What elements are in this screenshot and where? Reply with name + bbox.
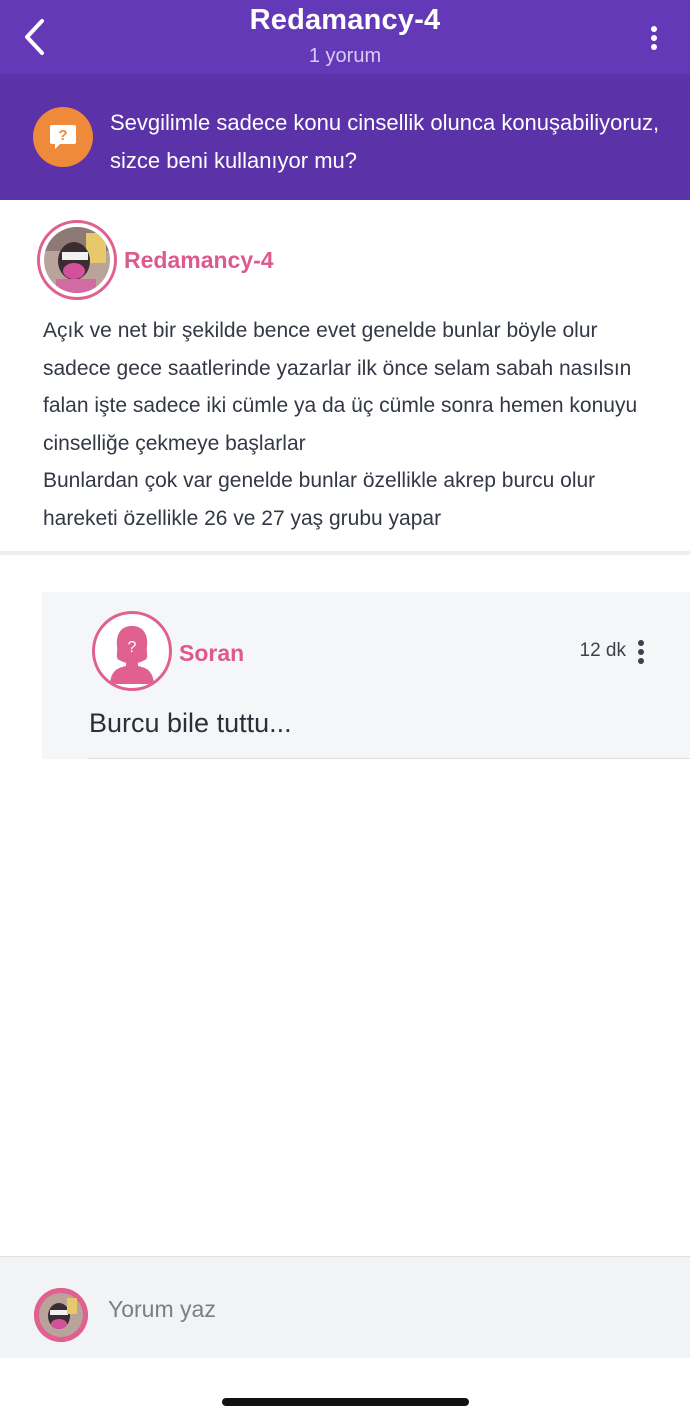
- more-vertical-icon: [638, 640, 644, 664]
- question-bubble-icon: ?: [33, 107, 93, 167]
- comment-input[interactable]: [108, 1286, 648, 1332]
- comment-options-button[interactable]: [628, 634, 654, 670]
- answer-text: Açık ve net bir şekilde bence evet genel…: [43, 312, 653, 537]
- answer-author-avatar[interactable]: [37, 220, 117, 300]
- top-app-bar: Redamancy-4 1 yorum: [0, 0, 690, 74]
- comment-author-name[interactable]: Soran: [179, 640, 244, 667]
- user-avatar-icon: [34, 1288, 88, 1342]
- page-title: Redamancy-4: [249, 4, 441, 36]
- avatar: [44, 227, 110, 293]
- anonymous-female-icon[interactable]: ?: [92, 611, 172, 691]
- bottom-safe-area: [0, 1358, 690, 1420]
- comment-count: 1 yorum: [308, 45, 382, 67]
- svg-text:?: ?: [58, 127, 67, 144]
- comment-text: Burcu bile tuttu...: [89, 708, 292, 738]
- home-indicator[interactable]: [222, 1398, 469, 1406]
- answer-author-name[interactable]: Redamancy-4: [124, 247, 274, 274]
- answer-body: Açık ve net bir şekilde bence evet genel…: [43, 319, 638, 530]
- more-vertical-icon: [651, 26, 657, 50]
- svg-text:?: ?: [128, 639, 137, 656]
- comment-divider: [88, 758, 690, 759]
- more-options-button[interactable]: [636, 18, 672, 58]
- question-text: Sevgilimle sadece konu cinsellik olunca …: [110, 110, 660, 173]
- comment-timestamp: 12 dk: [579, 640, 626, 661]
